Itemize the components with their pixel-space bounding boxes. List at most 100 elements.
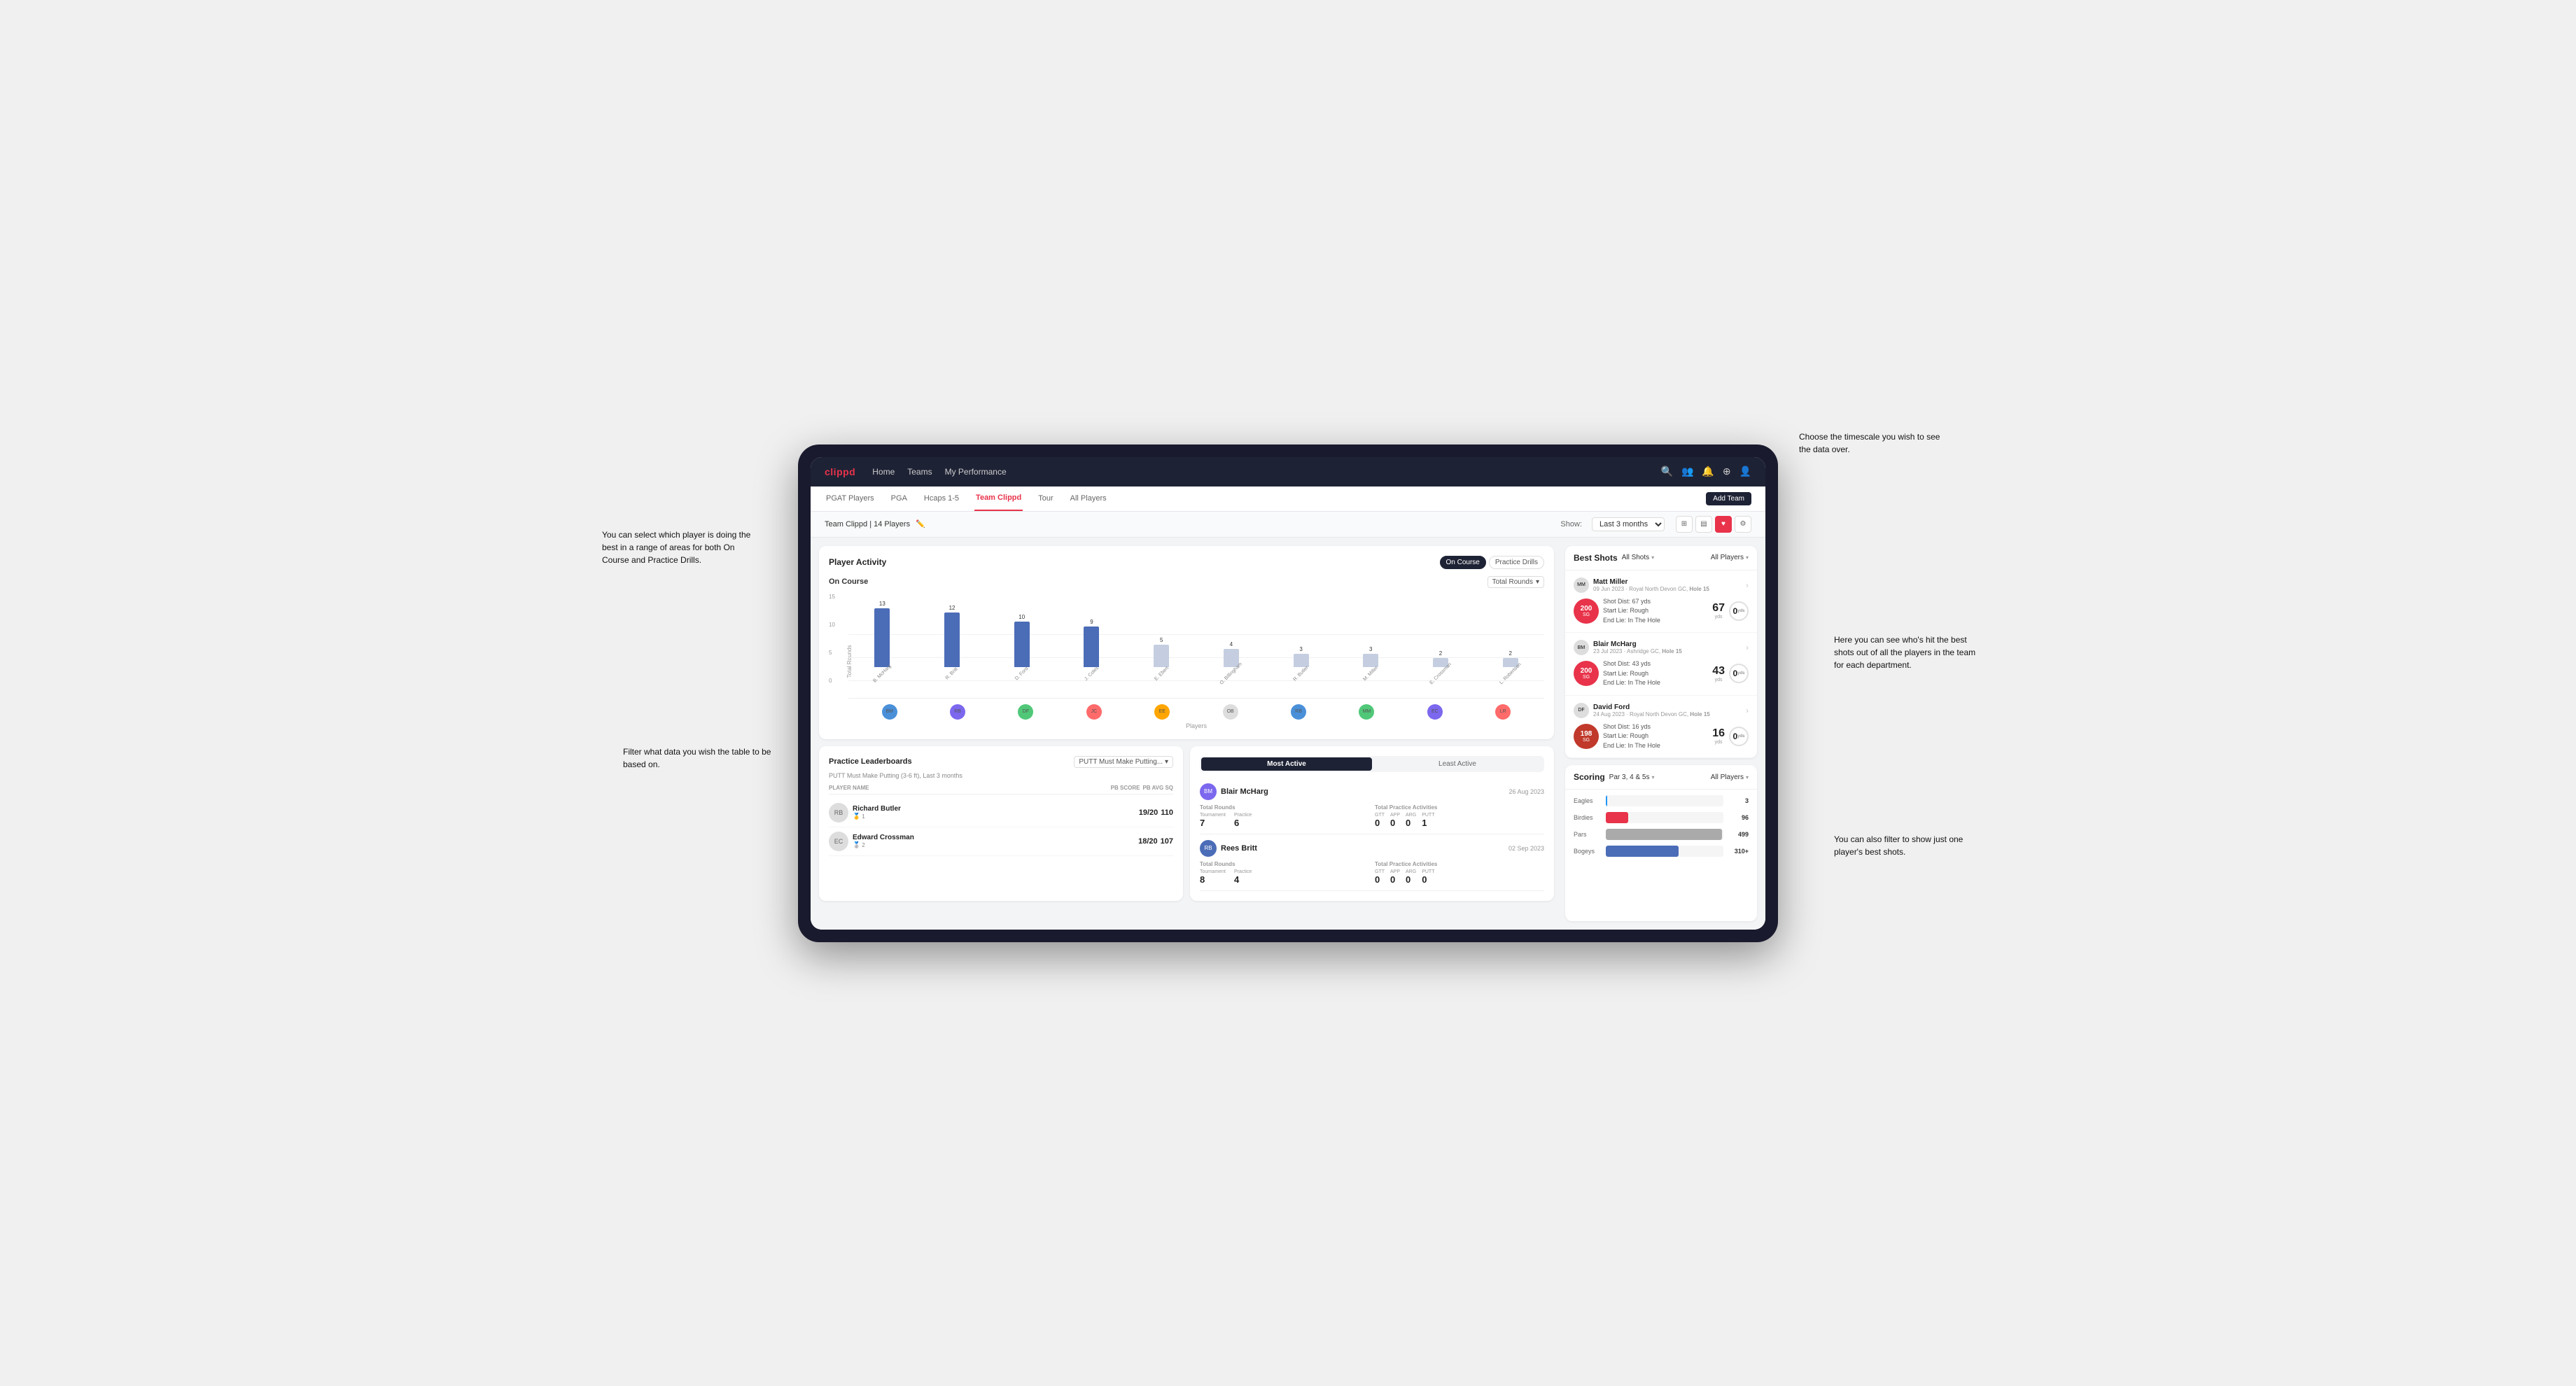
most-active-card: Most Active Least Active BM Blair McHarg bbox=[1190, 746, 1554, 901]
edit-icon[interactable]: ✏️ bbox=[916, 519, 925, 528]
nav-link-teams[interactable]: Teams bbox=[907, 467, 932, 477]
scoring-filter2[interactable]: All Players ▾ bbox=[1711, 774, 1749, 781]
shot-avatar-blair: BM bbox=[1574, 640, 1589, 655]
subnav-team-clippd[interactable]: Team Clippd bbox=[974, 486, 1023, 511]
pb-avg: 110 bbox=[1161, 808, 1173, 817]
avatar-row: BM RB DF JC EE OB RB MM EC LR bbox=[848, 701, 1544, 720]
most-active-tab[interactable]: Most Active bbox=[1201, 757, 1372, 771]
subnav-pga[interactable]: PGA bbox=[890, 486, 909, 511]
y-axis: 15 10 5 0 bbox=[829, 594, 835, 699]
active-player-avatar: BM bbox=[1200, 783, 1217, 800]
chevron-down-icon: ▾ bbox=[1536, 578, 1539, 586]
avatar-e-ebert: EE bbox=[1154, 704, 1170, 720]
scoring-filter1[interactable]: Par 3, 4 & 5s ▾ bbox=[1609, 774, 1655, 781]
player-avatar-richard: RB bbox=[829, 803, 848, 822]
shot-chevron-icon[interactable]: › bbox=[1746, 580, 1749, 590]
avatar-o-billingham: OB bbox=[1223, 704, 1238, 720]
shot-stat-yds: 16 yds bbox=[1712, 727, 1725, 745]
practice-drills-toggle[interactable]: Practice Drills bbox=[1489, 556, 1544, 569]
birdies-val: 96 bbox=[1728, 814, 1749, 821]
view-icon-heart[interactable]: ♥ bbox=[1715, 516, 1732, 533]
avatar-b-mcharg: BM bbox=[882, 704, 897, 720]
subnav-hcaps[interactable]: Hcaps 1-5 bbox=[923, 486, 960, 511]
app-stat-rees: APP 0 bbox=[1390, 869, 1400, 885]
chevron-down-icon: ▾ bbox=[1165, 758, 1168, 766]
shot-chevron-icon[interactable]: › bbox=[1746, 643, 1749, 652]
on-course-toggle[interactable]: On Course bbox=[1440, 556, 1486, 569]
bar-r-britt: 12 R. Britt bbox=[918, 594, 986, 681]
active-player-name-rees: Rees Britt bbox=[1221, 844, 1257, 853]
bar-chart: 15 10 5 0 Total Rounds bbox=[829, 594, 1544, 729]
leaderboard-title: Practice Leaderboards bbox=[829, 757, 912, 766]
putt-stat: PUTT 1 bbox=[1422, 813, 1434, 828]
bogeys-bar bbox=[1606, 846, 1723, 857]
left-col: Player Activity On Course Practice Drill… bbox=[811, 538, 1562, 930]
pars-bar bbox=[1606, 829, 1723, 840]
team-header: Team Clippd | 14 Players ✏️ Show: Last 3… bbox=[811, 512, 1765, 538]
arg-stat: ARG 0 bbox=[1406, 813, 1416, 828]
x-axis-label: Players bbox=[848, 722, 1544, 729]
subnav-tour[interactable]: Tour bbox=[1037, 486, 1054, 511]
view-icon-grid[interactable]: ⊞ bbox=[1676, 516, 1693, 533]
eagles-bar bbox=[1606, 795, 1723, 806]
bar-j-coles: 9 J. Coles bbox=[1058, 594, 1126, 681]
player-name-rank: Edward Crossman 🥈 2 bbox=[853, 834, 914, 849]
card-header: Player Activity On Course Practice Drill… bbox=[829, 556, 1544, 569]
view-icon-list[interactable]: ▤ bbox=[1695, 516, 1712, 533]
shot-info-text: Shot Dist: 16 yds Start Lie: Rough End L… bbox=[1603, 722, 1708, 751]
scoring-row-eagles: Eagles 3 bbox=[1574, 795, 1749, 806]
shot-chevron-icon[interactable]: › bbox=[1746, 706, 1749, 715]
annotation-timescale: Choose the timescale you wish to see the… bbox=[1799, 430, 1953, 456]
birdies-label: Birdies bbox=[1574, 814, 1602, 821]
all-shots-filter[interactable]: All Shots ▾ bbox=[1622, 554, 1654, 561]
bar-b-mcharg: 13 B. McHarg bbox=[848, 594, 916, 681]
chevron-down-icon: ▾ bbox=[1651, 774, 1654, 780]
plus-circle-icon[interactable]: ⊕ bbox=[1723, 465, 1731, 477]
annotation-player-select: You can select which player is doing the… bbox=[602, 528, 763, 566]
shot-stat-zero: 0yds bbox=[1729, 727, 1749, 746]
add-team-button[interactable]: Add Team bbox=[1706, 492, 1751, 505]
tablet-frame: clippd Home Teams My Performance 🔍 👥 🔔 ⊕… bbox=[798, 444, 1778, 942]
avatar-r-butler: RB bbox=[1291, 704, 1306, 720]
chart-filter[interactable]: Total Rounds ▾ bbox=[1488, 576, 1544, 588]
eagles-val: 3 bbox=[1728, 797, 1749, 804]
leaderboard-filter[interactable]: PUTT Must Make Putting... ▾ bbox=[1074, 756, 1173, 768]
avatar-l-robertson: LR bbox=[1495, 704, 1511, 720]
bars-container: 13 B. McHarg 12 bbox=[848, 594, 1544, 699]
shot-player-info: DF David Ford 24 Aug 2023 · Royal North … bbox=[1574, 703, 1710, 718]
leaderboard-row: EC Edward Crossman 🥈 2 bbox=[829, 827, 1173, 856]
show-select[interactable]: Last 3 months Last 6 months Last year Al… bbox=[1592, 517, 1665, 531]
tablet-screen: clippd Home Teams My Performance 🔍 👥 🔔 ⊕… bbox=[811, 457, 1765, 930]
view-icon-filter[interactable]: ⚙ bbox=[1735, 516, 1751, 533]
all-players-filter[interactable]: All Players ▾ bbox=[1711, 554, 1749, 561]
active-tabs: Most Active Least Active bbox=[1200, 756, 1544, 772]
leaderboard-row: RB Richard Butler 🥇 1 bbox=[829, 799, 1173, 827]
pb-score: 18/20 bbox=[1138, 837, 1158, 846]
pb-score: 19/20 bbox=[1139, 808, 1158, 817]
leaderboard-header: Practice Leaderboards PUTT Must Make Put… bbox=[829, 756, 1173, 768]
people-icon[interactable]: 👥 bbox=[1681, 465, 1693, 477]
subnav-all-players[interactable]: All Players bbox=[1069, 486, 1108, 511]
active-player-date: 26 Aug 2023 bbox=[1508, 788, 1544, 795]
scoring-row-birdies: Birdies 96 bbox=[1574, 812, 1749, 823]
subnav-pgat[interactable]: PGAT Players bbox=[825, 486, 876, 511]
arg-stat-rees: ARG 0 bbox=[1406, 869, 1416, 885]
nav-link-home[interactable]: Home bbox=[872, 467, 895, 477]
user-icon[interactable]: 👤 bbox=[1740, 465, 1751, 477]
rank-badge: 🥇 1 bbox=[853, 813, 901, 820]
total-rounds-group: Total Rounds Tournament 7 Practice bbox=[1200, 804, 1369, 828]
silver-medal-icon: 🥈 bbox=[853, 841, 860, 849]
shot-player-info: MM Matt Miller 09 Jun 2023 · Royal North… bbox=[1574, 578, 1709, 593]
shot-player-header: BM Blair McHarg 23 Jul 2023 · Ashridge G… bbox=[1574, 640, 1749, 655]
bell-icon[interactable]: 🔔 bbox=[1702, 465, 1714, 477]
shot-meta: 09 Jun 2023 · Royal North Devon GC, Hole… bbox=[1593, 586, 1709, 592]
chevron-down-icon: ▾ bbox=[1746, 554, 1749, 561]
active-stats: Total Rounds Tournament 7 Practice bbox=[1200, 804, 1544, 828]
active-player-row-blair: BM Blair McHarg 26 Aug 2023 Total Rounds bbox=[1200, 778, 1544, 834]
search-icon[interactable]: 🔍 bbox=[1661, 465, 1673, 477]
avatar-r-britt: RB bbox=[950, 704, 965, 720]
least-active-tab[interactable]: Least Active bbox=[1372, 757, 1543, 771]
bogeys-label: Bogeys bbox=[1574, 848, 1602, 855]
nav-link-performance[interactable]: My Performance bbox=[945, 467, 1007, 477]
total-practice-group: Total Practice Activities GTT 0 APP bbox=[1375, 804, 1544, 828]
